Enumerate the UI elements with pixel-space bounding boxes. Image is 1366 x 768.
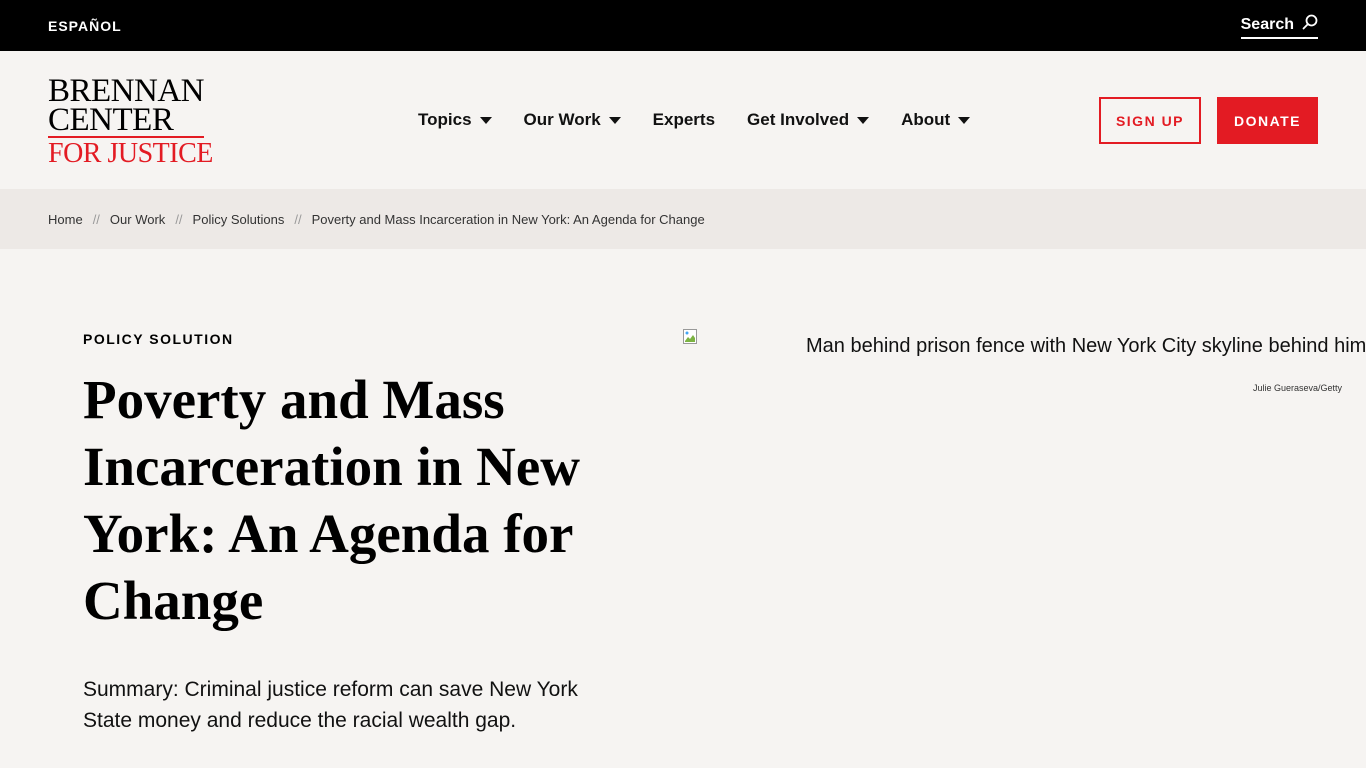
hero-image-alt-text: Man behind prison fence with New York Ci… xyxy=(806,335,1366,357)
caret-down-icon xyxy=(608,116,621,124)
nav-item-experts[interactable]: Experts xyxy=(653,110,715,130)
search-button[interactable]: Search xyxy=(1240,14,1318,39)
article-summary: Summary: Criminal justice reform can sav… xyxy=(83,678,578,732)
breadcrumb-our-work[interactable]: Our Work xyxy=(110,212,165,227)
caret-down-icon xyxy=(958,116,971,124)
language-link[interactable]: ESPAÑOL xyxy=(48,18,122,34)
main-nav: Topics Our Work Experts Get Involved Abo… xyxy=(418,110,971,130)
broken-image-icon xyxy=(683,329,699,345)
brand-logo[interactable]: BRENNAN CENTER FOR JUSTICE xyxy=(48,75,213,168)
nav-item-our-work[interactable]: Our Work xyxy=(524,110,621,130)
image-credit: Julie Gueraseva/Getty xyxy=(1252,383,1342,393)
nav-item-label: Topics xyxy=(418,110,472,129)
breadcrumb-separator: // xyxy=(175,211,183,227)
breadcrumb: Home // Our Work // Policy Solutions // … xyxy=(0,189,1366,249)
page-title: Poverty and Mass Incarceration in New Yo… xyxy=(83,369,580,631)
logo-line-1: BRENNAN xyxy=(48,73,205,109)
content-type-label: POLICY SOLUTION xyxy=(83,331,234,347)
breadcrumb-home[interactable]: Home xyxy=(48,212,83,227)
nav-item-label: Get Involved xyxy=(747,110,850,129)
sign-up-button[interactable]: SIGN UP xyxy=(1099,97,1201,144)
breadcrumb-current: Poverty and Mass Incarceration in New Yo… xyxy=(311,211,705,227)
site-header: BRENNAN CENTER FOR JUSTICE Topics Our Wo… xyxy=(0,51,1366,189)
search-icon xyxy=(1302,14,1318,35)
search-label: Search xyxy=(1240,15,1294,33)
nav-item-topics[interactable]: Topics xyxy=(418,110,492,130)
nav-item-get-involved[interactable]: Get Involved xyxy=(747,110,870,130)
caret-down-icon xyxy=(857,116,870,124)
donate-button[interactable]: DONATE xyxy=(1217,97,1318,144)
top-bar: ESPAÑOL Search xyxy=(0,0,1366,51)
logo-line-3: FOR JUSTICE xyxy=(48,138,213,169)
caret-down-icon xyxy=(479,116,492,124)
nav-item-label: Our Work xyxy=(523,110,601,129)
breadcrumb-policy-solutions[interactable]: Policy Solutions xyxy=(193,212,285,227)
nav-item-about[interactable]: About xyxy=(901,110,971,130)
breadcrumb-separator: // xyxy=(92,211,100,227)
nav-item-label: Experts xyxy=(652,110,716,129)
breadcrumb-separator: // xyxy=(294,211,302,227)
nav-item-label: About xyxy=(901,110,951,129)
